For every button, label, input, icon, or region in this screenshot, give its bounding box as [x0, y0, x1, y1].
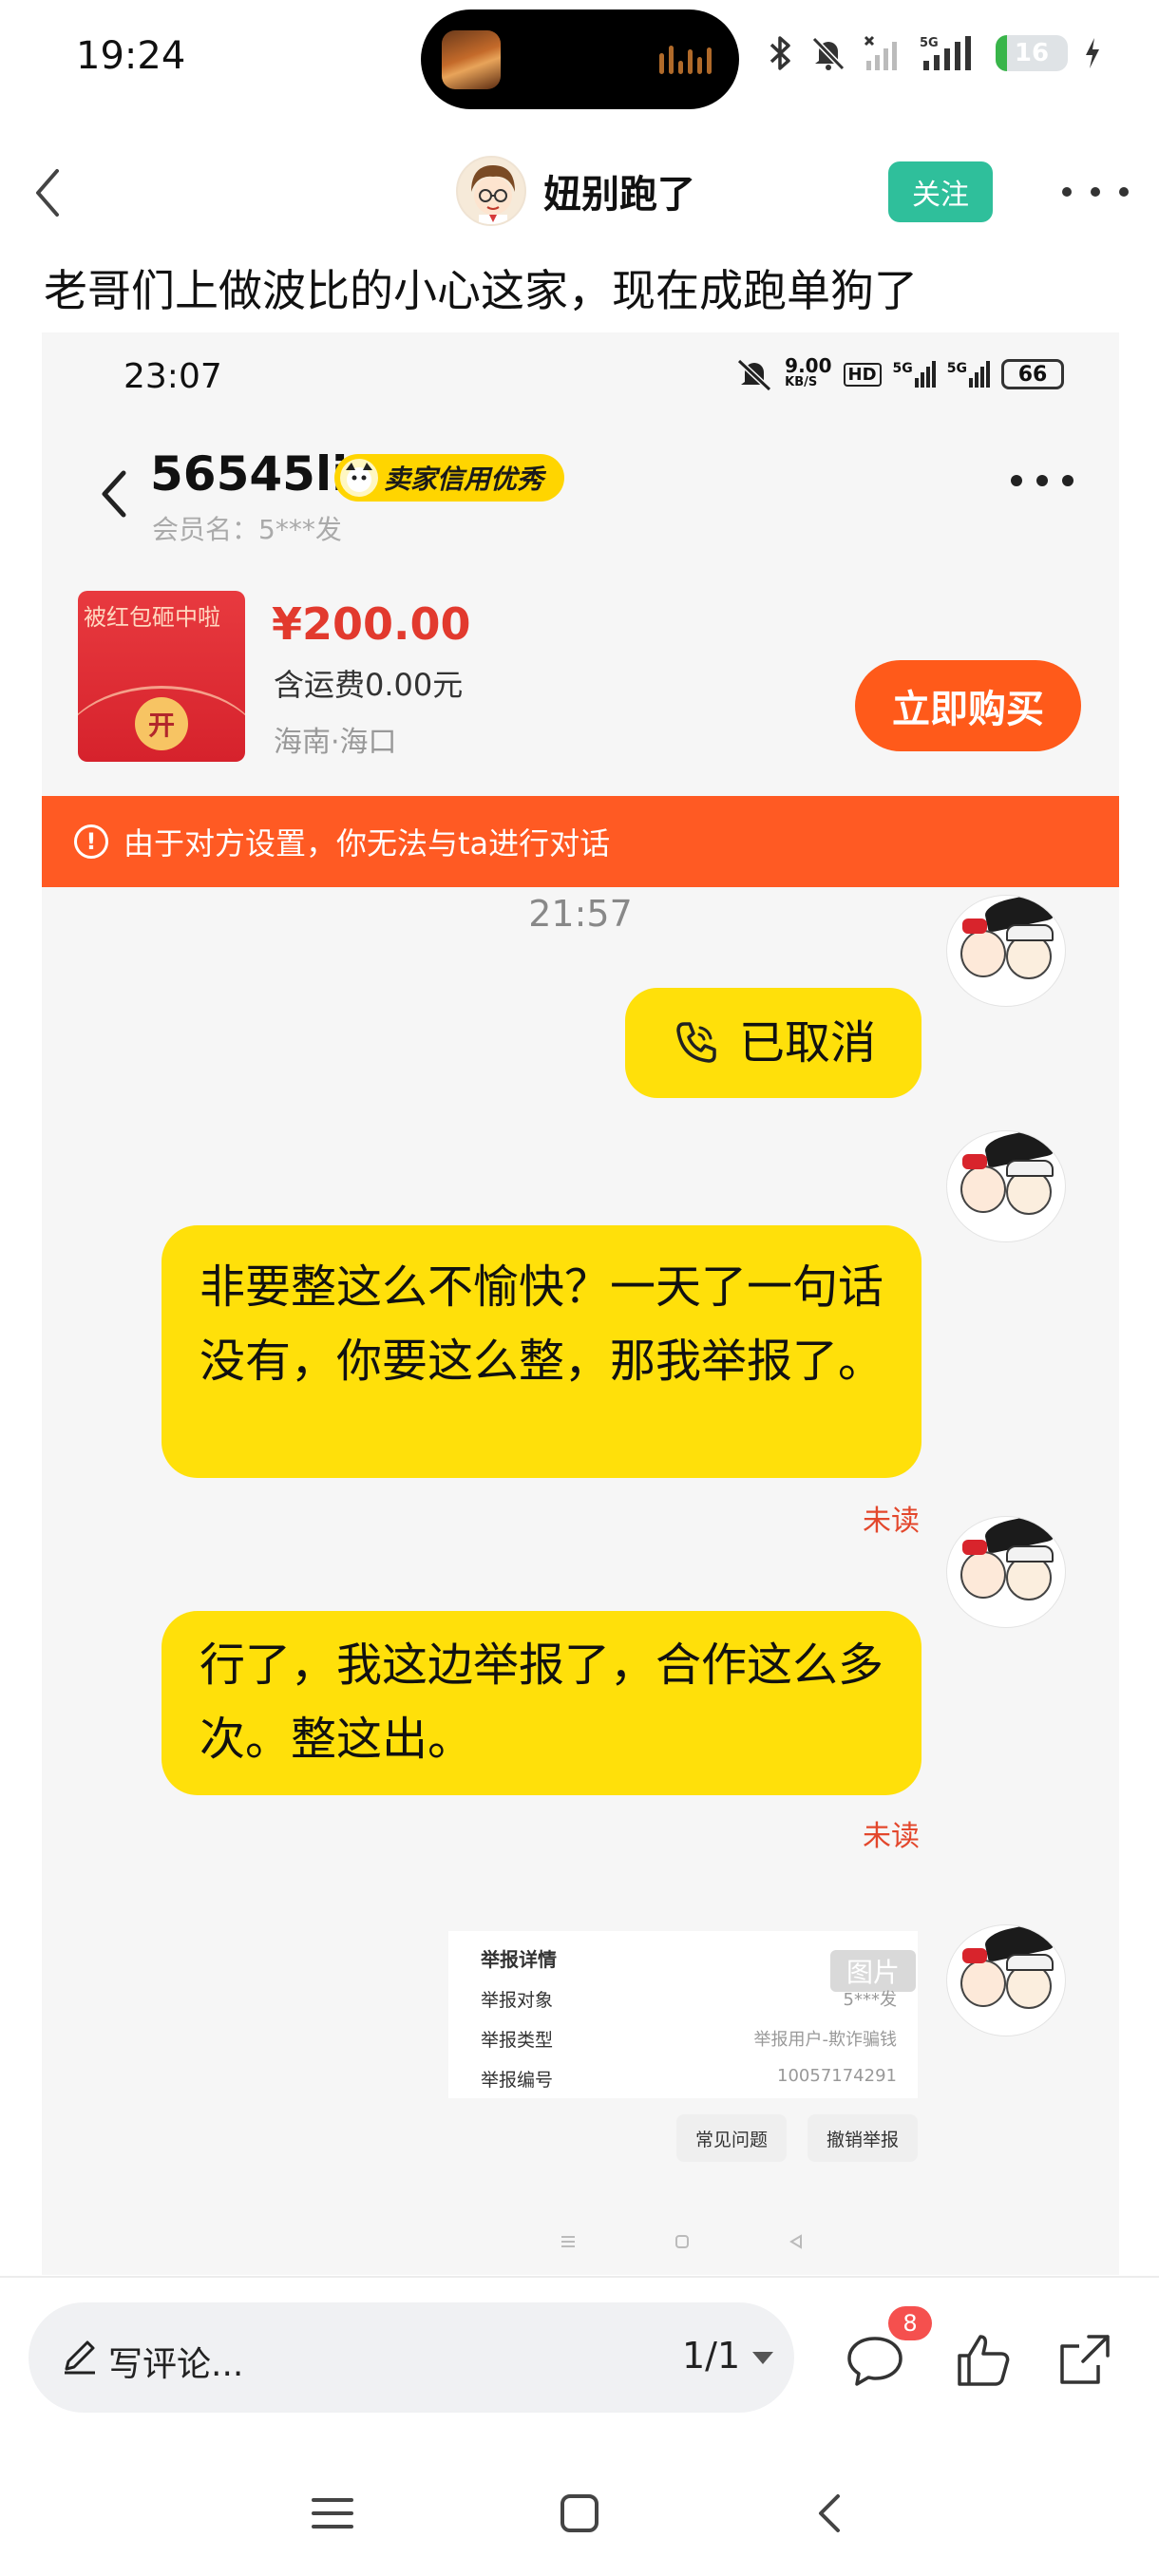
like-thumb-icon[interactable] — [950, 2327, 1016, 2394]
screenshot-mute-icon — [737, 358, 772, 391]
report-number-label: 举报编号 — [481, 2070, 554, 2091]
message-call-cancelled: 已取消 — [625, 988, 922, 1098]
sender-avatar — [946, 1924, 1066, 2044]
post-body-text: 老哥们上做波比的小心这家，现在成跑单狗了 — [44, 265, 918, 316]
sender-avatar — [946, 1130, 1066, 1250]
bluetooth-icon — [770, 36, 790, 70]
comment-input-bar[interactable]: 写评论... 1/1 — [28, 2302, 794, 2413]
screenshot-battery: 66 — [1001, 359, 1064, 389]
product-thumbnail: 被红包砸中啦 开 — [78, 591, 245, 762]
dynamic-island[interactable] — [421, 9, 739, 109]
screenshot-signal-2-label: 5G — [946, 361, 967, 376]
screenshot-menu-icon — [561, 2236, 575, 2247]
home-icon[interactable] — [557, 2491, 602, 2536]
battery-percentage: 16 — [1014, 39, 1050, 67]
sender-avatar — [946, 895, 1066, 1014]
signal-no-service-icon — [864, 35, 897, 70]
post-image-chat-screenshot[interactable]: 23:07 9.00 KB/S HD 5G 5G 66 56545li 卖家信用… — [42, 332, 1119, 2275]
post-top-bar: 妞别跑了 关注 — [0, 142, 1159, 237]
message-bubble: 行了，我这边举报了，合作这么多次。整这出。 — [162, 1611, 922, 1795]
message-unread-status: 未读 — [863, 1820, 920, 1853]
status-icons: 5G 16 — [766, 32, 1102, 74]
badge-mascot-icon — [340, 459, 378, 497]
screenshot-signal-1-label: 5G — [892, 361, 913, 376]
message-text: 非要整这么不愉快？一天了一句话没有，你要这么整，那我举报了。 — [200, 1260, 884, 1388]
seller-credit-badge-text: 卖家信用优秀 — [384, 464, 544, 495]
report-target-label: 举报对象 — [481, 1990, 554, 2011]
screenshot-status-bar: 23:07 9.00 KB/S HD 5G 5G 66 — [42, 332, 1119, 418]
buy-now-button: 立即购买 — [855, 660, 1081, 751]
screenshot-hd-icon: HD — [843, 362, 882, 387]
chat-back-arrow-icon — [102, 470, 126, 518]
chat-disabled-notice-text: 由于对方设置，你无法与ta进行对话 — [124, 825, 611, 862]
system-nav-bar — [0, 2470, 1159, 2555]
audio-wave-icon — [659, 46, 712, 74]
faq-button: 常见问题 — [676, 2114, 788, 2162]
author-info[interactable]: 妞别跑了 — [456, 156, 695, 226]
pencil-icon — [65, 2340, 95, 2375]
report-details-image: 举报详情 图片 举报对象 5***发 举报类型 举报用户-欺诈骗钱 举报编号 1… — [448, 1931, 918, 2098]
report-title: 举报详情 — [481, 1948, 557, 1971]
screenshot-net-speed-unit: KB/S — [785, 375, 818, 389]
cancel-report-button: 撤销举报 — [808, 2114, 919, 2162]
message-unread-status: 未读 — [863, 1505, 920, 1538]
status-bar: 19:24 5G 16 — [0, 0, 1159, 123]
product-card: 被红包砸中啦 开 ¥200.00 含运费0.00元 海南·海口 立即购买 — [42, 570, 1119, 762]
screenshot-back-icon — [789, 2234, 802, 2249]
chat-disabled-notice: ! 由于对方设置，你无法与ta进行对话 — [42, 796, 1119, 887]
screenshot-signal-1-icon: 5G — [893, 361, 936, 388]
bottom-divider — [0, 2276, 1159, 2278]
comment-placeholder[interactable]: 写评论... — [108, 2337, 243, 2386]
comment-count-badge: 8 — [888, 2306, 932, 2340]
signal-5g-icon: 5G — [920, 36, 971, 70]
screenshot-net-speed: 9.00 KB/S — [785, 354, 832, 391]
back-icon[interactable] — [808, 2491, 853, 2536]
screenshot-home-icon — [675, 2235, 689, 2248]
author-name[interactable]: 妞别跑了 — [543, 163, 695, 218]
screenshot-time: 23:07 — [124, 357, 222, 396]
chevron-down-icon[interactable] — [752, 2352, 773, 2364]
report-type-value: 举报用户-欺诈骗钱 — [753, 2030, 898, 2050]
report-number-value: 10057174291 — [777, 2066, 897, 2086]
report-type-label: 举报类型 — [481, 2030, 554, 2051]
author-avatar[interactable] — [456, 156, 526, 226]
share-icon[interactable] — [1051, 2327, 1117, 2394]
seller-credit-badge: 卖家信用优秀 — [334, 454, 565, 502]
seller-member-name: 会员名：5***发 — [152, 514, 342, 545]
screenshot-status-icons: 9.00 KB/S HD 5G 5G 66 — [735, 354, 1064, 391]
author-avatar-cartoon-icon — [458, 158, 524, 224]
menu-icon[interactable] — [310, 2491, 355, 2536]
music-cover-thumbnail — [442, 30, 501, 89]
product-location: 海南·海口 — [274, 726, 397, 759]
status-time: 19:24 — [76, 34, 186, 78]
sender-avatar — [946, 1516, 1066, 1636]
product-price: ¥200.00 — [272, 598, 471, 650]
battery-indicator: 16 — [996, 35, 1068, 71]
chat-header: 56545li 卖家信用优秀 会员名：5***发 — [42, 427, 1119, 551]
svg-text:5G: 5G — [920, 36, 939, 50]
back-arrow-icon[interactable] — [21, 160, 78, 226]
report-target-value: 5***发 — [843, 1990, 897, 2010]
follow-button[interactable]: 关注 — [888, 161, 993, 222]
mute-bell-icon — [811, 36, 846, 71]
product-shipping: 含运费0.00元 — [274, 667, 464, 703]
seller-name: 56545li — [150, 446, 349, 502]
screenshot-nav-bar — [42, 2223, 1119, 2261]
red-packet-open-icon: 开 — [135, 697, 188, 750]
message-text: 行了，我这边举报了，合作这么多次。整这出。 — [200, 1638, 884, 1766]
chat-more-icon — [1011, 475, 1074, 494]
screenshot-net-speed-value: 9.00 — [785, 354, 832, 377]
charging-bolt-icon — [1086, 38, 1099, 68]
phone-call-icon — [676, 1022, 716, 1063]
more-options-icon[interactable] — [1062, 171, 1129, 213]
message-bubble: 非要整这么不愉快？一天了一句话没有，你要这么整，那我举报了。 — [162, 1225, 922, 1478]
screenshot-signal-2-icon: 5G — [947, 361, 990, 388]
message-text: 已取消 — [738, 1016, 876, 1070]
product-thumbnail-text: 被红包砸中啦 — [84, 604, 220, 631]
warning-circle-icon: ! — [74, 824, 108, 859]
page-indicator[interactable]: 1/1 — [682, 2335, 740, 2377]
